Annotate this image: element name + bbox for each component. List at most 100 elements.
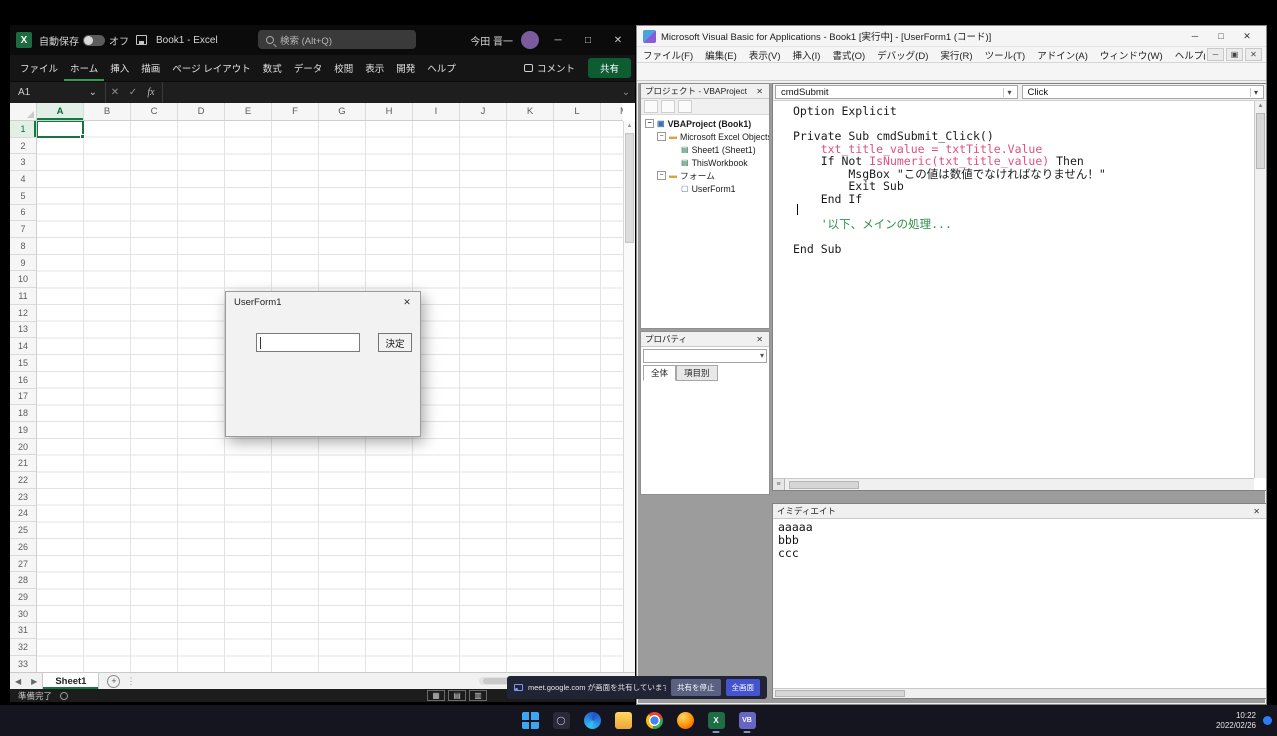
row-header[interactable]: 18	[10, 405, 36, 422]
fx-icon[interactable]: fx	[142, 87, 160, 98]
ribbon-tab[interactable]: ホーム	[64, 55, 104, 81]
tab-splitter-icon[interactable]: ⋮	[126, 676, 135, 687]
scrollbar-thumb[interactable]	[1256, 113, 1265, 169]
immediate-horizontal-scrollbar[interactable]	[773, 688, 1266, 698]
ribbon-tab[interactable]: 校閲	[328, 55, 359, 81]
menu-item[interactable]: 実行(R)	[934, 48, 978, 62]
fill-handle[interactable]	[80, 134, 85, 139]
row-header[interactable]: 25	[10, 522, 36, 539]
normal-view-button[interactable]: ▦	[427, 690, 445, 701]
menu-item[interactable]: 書式(O)	[826, 48, 871, 62]
toolbar-icon[interactable]	[812, 64, 829, 79]
toolbar-icon[interactable]	[641, 64, 658, 79]
project-tree-item[interactable]: − ▣ VBAProject (Book1)	[641, 117, 769, 130]
ribbon-tab[interactable]: 挿入	[104, 55, 135, 81]
menu-item[interactable]: ツール(T)	[979, 48, 1032, 62]
toolbar-icon[interactable]	[660, 64, 677, 79]
toolbar-icon[interactable]	[717, 64, 734, 79]
taskbar-app-icon[interactable]: X	[703, 708, 729, 734]
vertical-scrollbar[interactable]: ▲	[623, 121, 635, 672]
fullscreen-button[interactable]: 全画面	[726, 679, 761, 696]
column-header[interactable]: F	[272, 103, 319, 120]
maximize-button[interactable]: □	[577, 35, 599, 46]
toolbar-icon[interactable]	[869, 64, 886, 79]
submit-button[interactable]: 決定	[378, 333, 412, 352]
formula-input[interactable]	[162, 82, 617, 103]
page-break-view-button[interactable]: ▥	[469, 690, 487, 701]
name-box[interactable]: A1 ⌄	[10, 82, 106, 103]
row-header[interactable]: 24	[10, 506, 36, 523]
menu-item[interactable]: デバッグ(D)	[871, 48, 934, 62]
user-avatar[interactable]	[521, 31, 539, 49]
scrollbar-thumb[interactable]	[775, 690, 905, 697]
ribbon-tab[interactable]: 開発	[390, 55, 421, 81]
row-header[interactable]: 19	[10, 422, 36, 439]
row-header[interactable]: 3	[10, 154, 36, 171]
maximize-button[interactable]: □	[1208, 31, 1234, 42]
toolbar-icon[interactable]	[888, 64, 905, 79]
row-header[interactable]: 33	[10, 656, 36, 672]
menu-item[interactable]: 表示(V)	[743, 48, 787, 62]
row-header[interactable]: 31	[10, 623, 36, 640]
project-tool-icon[interactable]	[678, 100, 692, 113]
menu-item[interactable]: ヘルプ(H)	[1169, 48, 1205, 62]
row-header[interactable]: 15	[10, 355, 36, 372]
menu-item[interactable]: ファイル(F)	[637, 48, 699, 62]
column-header[interactable]: M	[601, 103, 623, 120]
stop-sharing-button[interactable]: 共有を停止	[671, 679, 721, 696]
row-header[interactable]: 11	[10, 288, 36, 305]
cancel-icon[interactable]: ✕	[106, 87, 124, 98]
row-header[interactable]: 29	[10, 589, 36, 606]
userform-text-input[interactable]	[256, 333, 360, 352]
column-header[interactable]: B	[84, 103, 131, 120]
search-box[interactable]: 検索 (Alt+Q)	[258, 30, 416, 49]
menu-item[interactable]: ウィンドウ(W)	[1094, 48, 1169, 62]
event-dropdown[interactable]: Click	[1022, 85, 1265, 99]
toolbar-icon[interactable]	[831, 64, 848, 79]
column-header[interactable]: H	[366, 103, 413, 120]
row-header[interactable]: 27	[10, 556, 36, 573]
properties-tab[interactable]: 項目別	[676, 365, 718, 381]
code-vertical-scrollbar[interactable]: ▲	[1254, 101, 1266, 478]
mdi-close-button[interactable]: ✕	[1245, 48, 1262, 61]
toolbar-icon[interactable]	[850, 64, 867, 79]
immediate-panel-header[interactable]: イミディエイト ✕	[773, 504, 1266, 519]
expander-icon[interactable]: −	[645, 119, 654, 128]
row-header[interactable]: 17	[10, 389, 36, 406]
properties-tab[interactable]: 全体	[643, 365, 676, 381]
autosave-switch[interactable]	[83, 35, 105, 46]
toolbar-icon[interactable]	[907, 64, 924, 79]
sheet-tab[interactable]: Sheet1	[42, 673, 99, 689]
row-header[interactable]: 8	[10, 238, 36, 255]
row-header[interactable]: 13	[10, 322, 36, 339]
row-header[interactable]: 23	[10, 489, 36, 506]
userform-titlebar[interactable]: UserForm1 ✕	[226, 292, 420, 313]
scroll-up-icon[interactable]: ▲	[1255, 101, 1266, 111]
row-header[interactable]: 30	[10, 606, 36, 623]
close-icon[interactable]: ✕	[754, 87, 765, 96]
toolbar-icon[interactable]	[755, 64, 772, 79]
row-header[interactable]: 5	[10, 188, 36, 205]
excel-app-icon[interactable]: X	[16, 32, 32, 48]
close-button[interactable]: ✕	[1234, 31, 1260, 42]
mdi-restore-button[interactable]: ▣	[1226, 48, 1243, 61]
close-icon[interactable]: ✕	[394, 292, 420, 313]
row-header[interactable]: 28	[10, 572, 36, 589]
select-all-corner[interactable]	[10, 103, 37, 121]
code-horizontal-scrollbar[interactable]: ≡	[773, 478, 1254, 490]
project-tree-item[interactable]: ▢ UserForm1	[641, 182, 769, 195]
ribbon-tab[interactable]: データ	[288, 55, 329, 81]
properties-object-dropdown[interactable]	[643, 349, 767, 363]
toolbar-icon[interactable]	[679, 64, 696, 79]
row-header[interactable]: 32	[10, 639, 36, 656]
row-header[interactable]: 2	[10, 138, 36, 155]
formula-expand-icon[interactable]: ⌄	[617, 87, 635, 98]
ribbon-tab[interactable]: 描画	[135, 55, 166, 81]
row-header[interactable]: 10	[10, 271, 36, 288]
ribbon-tab[interactable]: ファイル	[14, 55, 64, 81]
taskbar-clock[interactable]: 10:22 2022/02/26	[1216, 711, 1256, 730]
properties-panel-header[interactable]: プロパティ ✕	[641, 332, 769, 347]
expander-icon[interactable]: −	[657, 171, 666, 180]
column-header[interactable]: C	[131, 103, 178, 120]
project-panel-header[interactable]: プロジェクト - VBAProject ✕	[641, 84, 769, 99]
